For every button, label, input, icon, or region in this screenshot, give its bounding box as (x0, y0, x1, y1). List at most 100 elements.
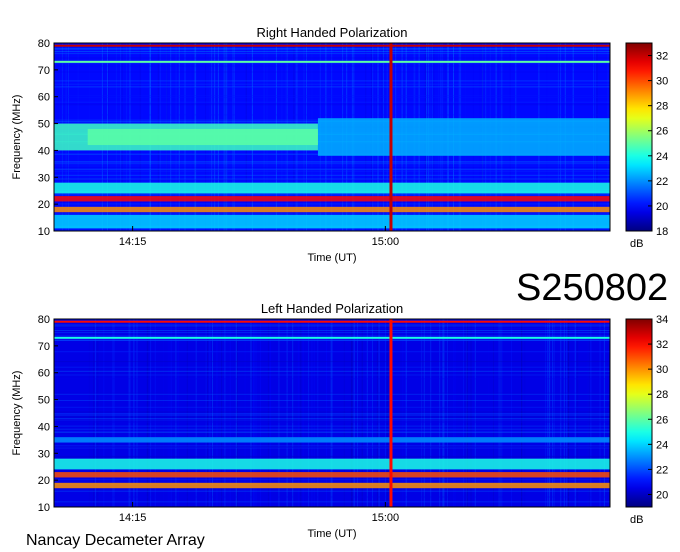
noise-band (54, 411, 610, 413)
noise-band (54, 114, 610, 116)
y-tick-label: 60 (38, 92, 50, 104)
colorbar-tick-label: 28 (656, 389, 668, 401)
panel-title: Left Handed Polarization (261, 301, 403, 316)
noise-band (54, 400, 610, 401)
colorbar-tick-label: 22 (656, 464, 668, 476)
colorbar-tick-label: 28 (656, 101, 668, 113)
noise-band (54, 213, 610, 215)
colorbar-gradient (625, 318, 653, 508)
interference-line (54, 336, 610, 339)
y-tick-label: 20 (38, 199, 50, 211)
noise-band (54, 374, 610, 376)
interference-line (54, 44, 610, 47)
noise-band (54, 97, 610, 98)
noise-band (54, 71, 610, 73)
y-tick-label: 30 (38, 172, 50, 184)
noise-band (54, 163, 610, 165)
colorbar-tick-label: 24 (656, 151, 668, 163)
panel-title: Right Handed Polarization (256, 25, 407, 40)
noise-band (54, 49, 610, 51)
colorbar-tick-label: 20 (656, 201, 668, 213)
y-tick-label: 60 (38, 368, 50, 380)
noise-band (54, 419, 610, 421)
noise-band (54, 51, 610, 53)
noise-band (54, 407, 610, 409)
emission-band (54, 458, 610, 470)
y-tick-label: 40 (38, 421, 50, 433)
y-tick-label: 70 (38, 65, 50, 77)
noise-band (54, 409, 610, 411)
noise-band (54, 212, 610, 214)
noise-band (54, 406, 610, 408)
y-tick-label: 10 (38, 226, 50, 238)
noise-band (54, 101, 610, 103)
colorbar-tick-label: 26 (656, 126, 668, 138)
colorbar-tick-label: 34 (656, 314, 668, 326)
noise-band (54, 425, 610, 427)
colorbar-unit: dB (630, 238, 643, 250)
y-tick-label: 50 (38, 395, 50, 407)
noise-band (54, 361, 610, 363)
colorbar-tick-label: 32 (656, 339, 668, 351)
noise-band (54, 339, 610, 341)
right-polarization-panel: Right Handed Polarization 10 20 30 40 50 60 70… (11, 25, 668, 264)
y-axis-label: Frequency (MHz) (11, 371, 23, 456)
x-axis-label: Time (UT) (307, 528, 356, 540)
noise-band (54, 370, 610, 372)
emission-band (54, 123, 318, 151)
noise-band (54, 418, 610, 420)
noise-band (54, 456, 610, 458)
y-tick-label: 50 (38, 119, 50, 131)
heatmap-area (54, 43, 610, 231)
noise-band (54, 414, 610, 416)
colorbar: 18 20 22 24 26 28 30 32 (625, 42, 668, 238)
noise-band (54, 334, 610, 336)
noise-band (54, 62, 610, 64)
colorbar-tick-label: 30 (656, 76, 668, 88)
noise-band (54, 351, 610, 353)
spectrogram-figure: Right Handed Polarization 10 20 30 40 50 60 70… (11, 25, 668, 549)
noise-band (54, 167, 610, 169)
noise-band (54, 428, 610, 430)
colorbar: 20 22 24 26 28 30 32 34 (625, 314, 668, 508)
emission-band (54, 182, 610, 194)
noise-band (54, 323, 610, 325)
noise-band (54, 496, 610, 498)
emission-band (54, 437, 610, 443)
interference-line (54, 320, 610, 323)
noise-band (54, 65, 610, 67)
colorbar-gradient (625, 42, 653, 232)
figure-id: S250802 (516, 267, 668, 309)
noise-band (54, 431, 610, 433)
interference-line (54, 60, 610, 63)
noise-band (54, 393, 610, 395)
noise-band (54, 201, 610, 203)
noise-band (54, 430, 610, 432)
noise-band (54, 501, 610, 503)
noise-band (54, 319, 610, 321)
noise-band (54, 490, 610, 492)
x-tick-label: 14:15 (119, 512, 147, 524)
calibration-spike (389, 43, 393, 231)
noise-band (54, 330, 610, 331)
noise-band (54, 179, 610, 181)
emission-band (54, 472, 610, 478)
noise-band (54, 57, 610, 59)
emission-band (54, 482, 610, 489)
colorbar-tick-label: 18 (656, 226, 668, 238)
noise-band (54, 332, 610, 334)
noise-band (54, 416, 610, 418)
noise-band (54, 161, 610, 163)
colorbar-unit: dB (630, 514, 643, 526)
noise-band (54, 413, 610, 414)
noise-band (54, 378, 610, 380)
y-tick-label: 20 (38, 475, 50, 487)
left-polarization-panel: Left Handed Polarization 10 20 30 40 50 60 70 8… (11, 301, 668, 540)
noise-band (54, 80, 610, 82)
noise-band (54, 194, 610, 196)
y-tick-label: 10 (38, 502, 50, 514)
noise-band (54, 52, 610, 54)
noise-band (54, 86, 610, 88)
x-tick-label: 14:15 (119, 236, 147, 248)
y-tick-label: 80 (38, 314, 50, 326)
